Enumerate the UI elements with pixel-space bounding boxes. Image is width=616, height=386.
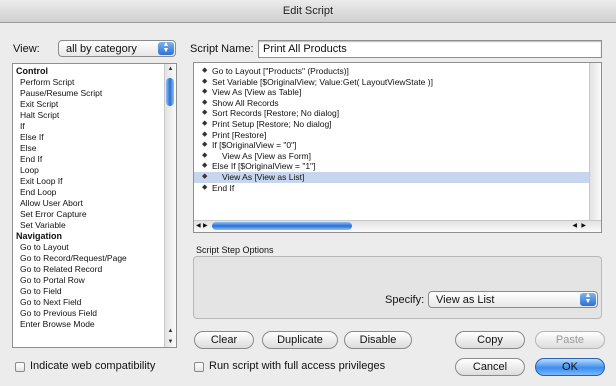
full-access-label: Run script with full access privileges — [209, 360, 386, 372]
duplicate-button[interactable]: Duplicate — [262, 331, 338, 349]
script-step-options-group — [193, 256, 602, 319]
specify-label: Specify: — [385, 294, 425, 306]
script-vertical-scrollbar[interactable] — [589, 63, 601, 232]
step-move-handle-icon[interactable]: ◆ — [202, 98, 207, 109]
step-list-item[interactable]: Go to Portal Row — [13, 275, 176, 286]
step-list-item[interactable]: Enter Browse Mode — [13, 319, 176, 330]
step-list-item[interactable]: Exit Loop If — [13, 176, 176, 187]
cancel-button[interactable]: Cancel — [455, 358, 525, 376]
web-compat-label: Indicate web compatibility — [30, 360, 156, 372]
ok-button[interactable]: OK — [535, 358, 605, 376]
script-step-row[interactable]: ◆ Sort Records [Restore; No dialog] — [194, 108, 601, 119]
script-step-text: View As [View as Table] — [212, 87, 302, 98]
scroll-up-arrow-icon[interactable]: ▲ — [165, 64, 176, 74]
script-name-label: Script Name: — [190, 43, 254, 55]
script-step-row[interactable]: ◆ Go to Layout ["Products" (Products)] — [194, 66, 601, 77]
step-list-item[interactable]: End If — [13, 154, 176, 165]
script-horizontal-scrollbar[interactable]: ◀ ▶ ◀ ▶ — [194, 220, 601, 232]
step-move-handle-icon[interactable]: ◆ — [202, 161, 207, 172]
scroll-right-arrow-icon[interactable]: ▶ — [203, 221, 208, 231]
disable-button[interactable]: Disable — [344, 331, 412, 349]
step-list-item[interactable]: Halt Script — [13, 110, 176, 121]
script-step-text: View As [View as Form] — [222, 150, 311, 161]
popup-arrows-icon: ▲ ▼ — [158, 41, 174, 55]
scroll-left-arrow-icon[interactable]: ◀ — [196, 221, 201, 231]
step-list-item[interactable]: Set Variable — [13, 220, 176, 231]
script-step-text: End If — [212, 182, 235, 193]
step-list-item[interactable]: Go to Previous Field — [13, 308, 176, 319]
script-step-text: Show All Records — [212, 97, 279, 108]
script-step-list[interactable]: Control Perform Script Pause/Resume Script… — [12, 63, 177, 348]
step-move-handle-icon[interactable]: ◆ — [202, 151, 207, 162]
window-title: Edit Script — [0, 0, 616, 23]
scroll-thumb[interactable] — [166, 78, 174, 106]
step-list-item[interactable]: Allow User Abort — [13, 198, 176, 209]
view-label: View: — [13, 43, 40, 55]
step-list-item[interactable]: If — [13, 121, 176, 132]
step-category-header[interactable]: Control — [13, 66, 176, 77]
script-step-row[interactable]: ◆ Print Setup [Restore; No dialog] — [194, 119, 601, 130]
step-list-item[interactable]: Go to Record/Request/Page — [13, 253, 176, 264]
specify-popup-value: View as List — [436, 294, 495, 306]
step-move-handle-icon[interactable]: ◆ — [202, 87, 207, 98]
edit-script-window: Edit Script View: all by category ▲ ▼ Con… — [0, 0, 616, 386]
paste-button[interactable]: Paste — [535, 331, 605, 349]
script-step-row[interactable]: ◆ If [$OriginalView = "0"] — [194, 140, 601, 151]
step-list-item[interactable]: Go to Layout — [13, 242, 176, 253]
script-step-text: If [$OriginalView = "0"] — [212, 140, 297, 151]
step-move-handle-icon[interactable]: ◆ — [202, 108, 207, 119]
step-list-item[interactable]: Go to Field — [13, 286, 176, 297]
step-move-handle-icon[interactable]: ◆ — [202, 130, 207, 141]
script-step-options-title: Script Step Options — [196, 245, 274, 255]
script-step-text: Set Variable [$OriginalView; Value:Get( … — [212, 76, 433, 87]
script-step-text: Sort Records [Restore; No dialog] — [212, 108, 340, 119]
script-step-text: Else If [$OriginalView = "1"] — [212, 161, 316, 172]
script-step-row[interactable]: ◆ Else If [$OriginalView = "1"] — [194, 161, 601, 172]
script-steps-area[interactable]: ◆ Go to Layout ["Products" (Products)] ◆ Se… — [193, 62, 602, 233]
script-step-row[interactable]: ◆ Show All Records — [194, 98, 601, 109]
script-step-row[interactable]: ◆ View As [View as Table] — [194, 87, 601, 98]
step-move-handle-icon[interactable]: ◆ — [202, 119, 207, 130]
step-move-handle-icon[interactable]: ◆ — [202, 183, 207, 194]
scroll-up-arrow-icon[interactable]: ▲ — [165, 326, 176, 336]
script-step-text: Print Setup [Restore; No dialog] — [212, 118, 332, 129]
step-list-item[interactable]: Go to Next Field — [13, 297, 176, 308]
specify-popup[interactable]: View as List ▲ ▼ — [428, 291, 598, 308]
step-list-item[interactable]: Go to Related Record — [13, 264, 176, 275]
script-step-text: View As [View as List] — [222, 171, 305, 182]
view-popup[interactable]: all by category ▲ ▼ — [58, 40, 176, 57]
step-list-item[interactable]: Set Error Capture — [13, 209, 176, 220]
step-move-handle-icon[interactable]: ◆ — [202, 66, 207, 77]
script-step-text: Go to Layout ["Products" (Products)] — [212, 66, 349, 76]
step-list-item[interactable]: Else If — [13, 132, 176, 143]
full-access-checkbox[interactable] — [194, 362, 204, 372]
step-list-scrollbar[interactable]: ▲ ▲ ▼ — [164, 64, 176, 347]
script-step-text: Print [Restore] — [212, 129, 267, 140]
popup-arrows-icon: ▲ ▼ — [580, 292, 596, 306]
clear-button[interactable]: Clear — [194, 331, 254, 349]
step-category-header[interactable]: Navigation — [13, 231, 176, 242]
horizontal-scroll-thumb[interactable] — [212, 222, 352, 230]
script-step-row[interactable]: ◆ View As [View as List] — [194, 171, 601, 183]
scroll-right-arrow-icon[interactable]: ▶ — [581, 221, 586, 231]
web-compat-checkbox[interactable] — [15, 362, 25, 372]
step-list-item[interactable]: Loop — [13, 165, 176, 176]
step-move-handle-icon[interactable]: ◆ — [202, 140, 207, 151]
step-list-item[interactable]: End Loop — [13, 187, 176, 198]
script-step-row[interactable]: ◆ End If — [194, 183, 601, 194]
step-list-item[interactable]: Pause/Resume Script — [13, 88, 176, 99]
scroll-left-arrow-icon[interactable]: ◀ — [572, 221, 577, 231]
copy-button[interactable]: Copy — [455, 331, 525, 349]
step-move-handle-icon[interactable]: ◆ — [202, 172, 207, 183]
step-list-item[interactable]: Perform Script — [13, 77, 176, 88]
scroll-down-arrow-icon[interactable]: ▼ — [165, 337, 176, 347]
script-step-row[interactable]: ◆ View As [View as Form] — [194, 151, 601, 162]
script-step-row[interactable]: ◆ Print [Restore] — [194, 130, 601, 141]
script-name-field[interactable]: Print All Products — [258, 40, 602, 58]
step-move-handle-icon[interactable]: ◆ — [202, 77, 207, 88]
view-popup-value: all by category — [66, 43, 137, 55]
step-list-item[interactable]: Exit Script — [13, 99, 176, 110]
step-list-item[interactable]: Else — [13, 143, 176, 154]
script-step-row[interactable]: ◆ Set Variable [$OriginalView; Value:Get(… — [194, 77, 601, 88]
